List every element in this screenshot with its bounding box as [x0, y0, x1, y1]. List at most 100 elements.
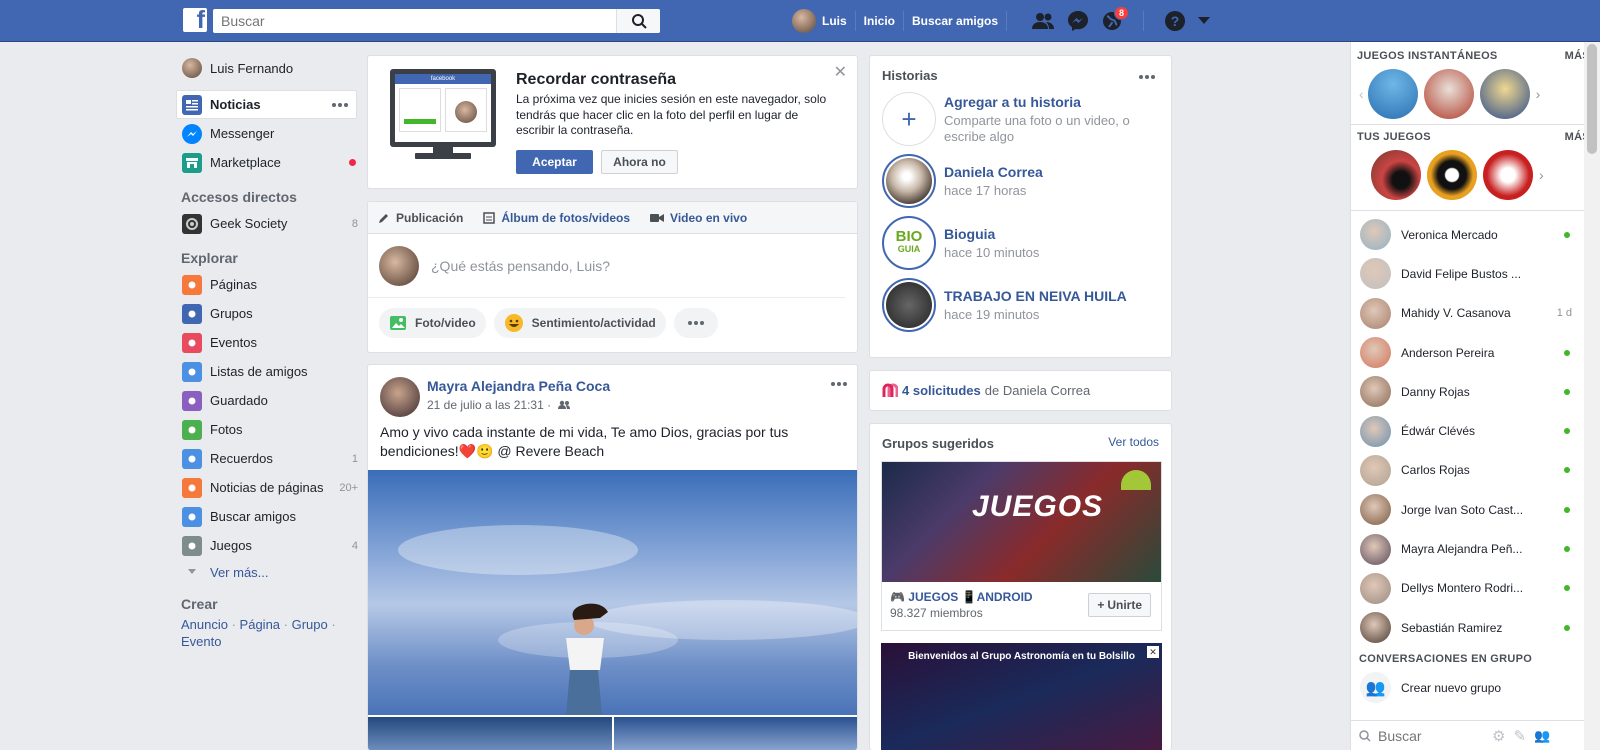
edit-icon[interactable]: ✎ [1513, 727, 1526, 745]
game-8-ball-icon[interactable] [1427, 150, 1477, 200]
more-actions-button[interactable] [673, 308, 718, 338]
sidebar-item-juegos[interactable]: Juegos 4 [179, 531, 364, 560]
story-item[interactable]: Daniela Correa hace 17 horas [882, 154, 1159, 208]
calendar-icon [182, 332, 202, 353]
sidebar-item-recuerdos[interactable]: Recuerdos 1 [179, 444, 364, 473]
sidebar-item-listas-de-amigos[interactable]: Listas de amigos [179, 357, 364, 386]
game-test-icon[interactable] [1367, 69, 1418, 119]
join-group-button[interactable]: + Unirte [1088, 593, 1151, 617]
post-photo-thumb[interactable] [614, 717, 857, 750]
contact-item[interactable]: Mayra Alejandra Peñ... [1351, 529, 1600, 568]
contact-item[interactable]: Carlos Rojas [1351, 451, 1600, 490]
create-event-link[interactable]: Evento [181, 634, 221, 649]
sidebar-item-eventos[interactable]: Eventos [179, 328, 364, 357]
requests-count: 4 solicitudes [902, 383, 981, 398]
post-photo-thumb[interactable] [368, 717, 612, 750]
sidebar-item-páginas[interactable]: Páginas [179, 270, 364, 299]
create-page-link[interactable]: Página [240, 617, 280, 632]
contact-item[interactable]: Jorge Ivan Soto Cast... [1351, 490, 1600, 529]
add-story-item[interactable]: + Agregar a tu historia Comparte una fot… [882, 92, 1159, 146]
contact-item[interactable]: Mahidy V. Casanova 1 d [1351, 294, 1600, 333]
more-options-icon[interactable] [332, 102, 348, 107]
stories-options-icon[interactable] [1139, 75, 1155, 79]
post-photo[interactable] [368, 470, 857, 715]
post-options-icon[interactable] [831, 382, 847, 386]
story-item[interactable]: TRABAJO EN NEIVA HUILA hace 19 minutos [882, 278, 1159, 332]
scrollbar-thumb[interactable] [1587, 44, 1597, 154]
sidebar-item-marketplace[interactable]: Marketplace [179, 148, 364, 177]
tab-live-video[interactable]: Video en vivo [650, 211, 747, 225]
home-link[interactable]: Inicio [856, 0, 903, 42]
create-group-link[interactable]: Grupo [292, 617, 328, 632]
profile-shortcut[interactable]: Luis Fernando [179, 56, 364, 80]
notifications-button[interactable]: 8 [1095, 0, 1130, 42]
post-author-name[interactable]: Mayra Alejandra Peña Coca [427, 378, 610, 394]
group-name[interactable]: 🎮 JUEGOS 📱ANDROID [890, 590, 1033, 604]
online-status-dot [1564, 467, 1570, 474]
decline-button[interactable]: Ahora no [601, 150, 678, 174]
settings-gear-icon[interactable]: ⚙ [1492, 727, 1505, 745]
composer-input-row[interactable]: ¿Qué estás pensando, Luis? [368, 234, 845, 298]
close-icon[interactable]: ✕ [834, 62, 847, 82]
chat-search-input[interactable] [1378, 727, 1488, 744]
tab-photo-album[interactable]: Álbum de fotos/videos [483, 211, 630, 225]
chevron-right-icon[interactable]: › [1536, 86, 1541, 102]
account-menu-button[interactable] [1192, 0, 1216, 42]
friend-requests-card[interactable]: 4 solicitudes de Daniela Correa [869, 370, 1172, 411]
sidebar-item-noticias-de-páginas[interactable]: Noticias de páginas 20+ [179, 473, 364, 502]
contact-item[interactable]: Dellys Montero Rodri... [1351, 569, 1600, 608]
friend-requests-button[interactable] [1025, 0, 1061, 42]
group-banner-title: JUEGOS [972, 490, 1104, 523]
profile-link[interactable]: Luis [784, 0, 855, 42]
avatar [1360, 612, 1391, 644]
facebook-logo-icon[interactable]: f [183, 6, 207, 34]
feeling-activity-label: Sentimiento/actividad [531, 316, 656, 330]
sidebar-item-news-feed[interactable]: Noticias [176, 90, 357, 119]
contact-item[interactable]: Édwár Clévés [1351, 411, 1600, 450]
group-card[interactable]: Bienvenidos al Grupo Astronomía en tu Bo… [881, 643, 1162, 750]
monitor-illustration: facebook [390, 69, 496, 159]
search-button[interactable] [616, 9, 660, 33]
close-icon[interactable]: ✕ [1147, 646, 1159, 658]
photo-video-button[interactable]: Foto/video [379, 308, 486, 338]
game-cards-icon[interactable] [1483, 150, 1533, 200]
game-pool-icon[interactable] [1371, 150, 1421, 200]
post-timestamp[interactable]: 21 de julio a las 21:31 · [427, 398, 551, 412]
create-group-label: Crear nuevo grupo [1401, 680, 1502, 695]
chevron-left-icon[interactable]: ‹ [1359, 86, 1364, 102]
scrollbar[interactable] [1584, 42, 1600, 750]
new-group-icon[interactable]: 👥 [1534, 728, 1550, 744]
game-uno-icon[interactable] [1423, 69, 1474, 119]
post-author-avatar[interactable] [380, 377, 420, 417]
gamepad-icon [182, 535, 202, 556]
contact-item[interactable]: Veronica Mercado [1351, 215, 1600, 254]
messages-button[interactable] [1061, 0, 1095, 42]
chevron-right-icon[interactable]: › [1539, 167, 1544, 183]
see-all-link[interactable]: Ver todos [1108, 435, 1159, 449]
accept-button[interactable]: Aceptar [516, 150, 593, 174]
sidebar-item-fotos[interactable]: Fotos [179, 415, 364, 444]
contact-item[interactable]: Danny Rojas [1351, 372, 1600, 411]
group-card[interactable]: JUEGOS 🎮 JUEGOS 📱ANDROID 98.327 miembros… [881, 461, 1162, 631]
game-parchisi-icon[interactable] [1479, 69, 1530, 119]
sidebar-item-buscar-amigos[interactable]: Buscar amigos [179, 502, 364, 531]
sidebar-item-geek-society[interactable]: Geek Society 8 [179, 209, 364, 238]
sidebar-item-grupos[interactable]: Grupos [179, 299, 364, 328]
contact-item[interactable]: Sebastián Ramirez [1351, 608, 1600, 647]
contact-item[interactable]: Anderson Pereira [1351, 333, 1600, 372]
see-more-label[interactable]: Ver más... [210, 565, 269, 580]
contact-item[interactable]: David Felipe Bustos ... [1351, 254, 1600, 293]
contact-list: Veronica Mercado David Felipe Bustos ... M… [1351, 211, 1600, 647]
story-item[interactable]: BIO GUIA Bioguia hace 10 minutos [882, 216, 1159, 270]
search-input[interactable] [213, 9, 603, 33]
help-button[interactable]: ? [1158, 0, 1192, 42]
create-ad-link[interactable]: Anuncio [181, 617, 228, 632]
tab-post[interactable]: Publicación [378, 211, 463, 225]
see-more-link[interactable]: Ver más... [179, 560, 364, 584]
find-friends-link[interactable]: Buscar amigos [904, 0, 1006, 42]
feeling-activity-button[interactable]: Sentimiento/actividad [493, 308, 666, 338]
bio-logo-icon: BIO [895, 228, 923, 245]
sidebar-item-guardado[interactable]: Guardado [179, 386, 364, 415]
create-group-item[interactable]: 👥 Crear nuevo grupo [1351, 668, 1600, 707]
sidebar-item-messenger[interactable]: Messenger [179, 119, 364, 148]
